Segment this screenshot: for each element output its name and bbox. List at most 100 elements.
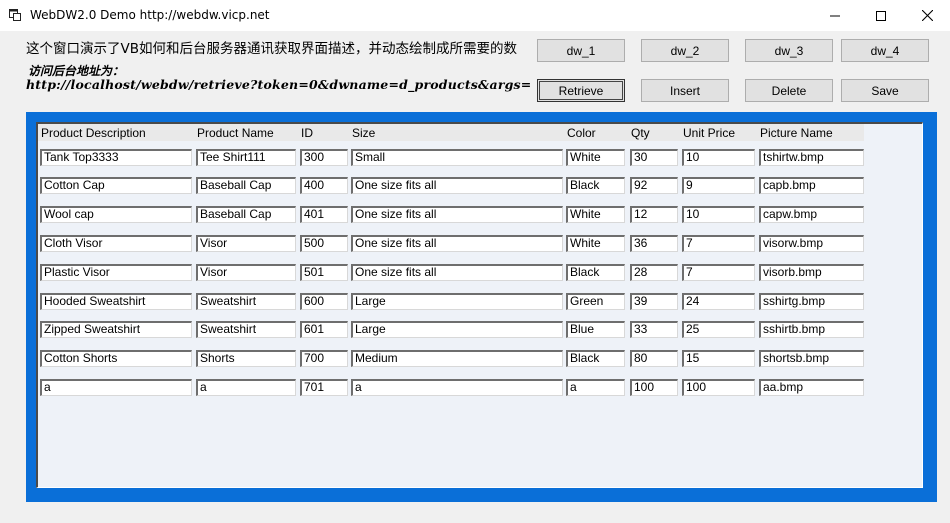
window-title: WebDW2.0 Demo http://webdw.vicp.net: [30, 8, 270, 22]
datawindow-grid: Product Description Product Name ID Size Col…: [36, 122, 923, 488]
dw-1-button[interactable]: dw_1: [537, 39, 625, 62]
cell-qty[interactable]: 39: [630, 293, 678, 310]
cell-product-description[interactable]: Tank Top3333: [40, 149, 192, 166]
cell-color[interactable]: Black: [566, 177, 625, 194]
header-row: [38, 124, 864, 141]
cell-product-description[interactable]: Wool cap: [40, 206, 192, 223]
cell-size[interactable]: Small: [351, 149, 563, 166]
cell-picture-name[interactable]: capw.bmp: [759, 206, 864, 223]
description-text: 这个窗口演示了VB如何和后台服务器通讯获取界面描述，并动态绘制成所需要的数: [26, 41, 517, 57]
cell-qty[interactable]: 100: [630, 379, 678, 396]
cell-id[interactable]: 701: [300, 379, 348, 396]
cell-qty[interactable]: 28: [630, 264, 678, 281]
column-header-product-description: Product Description: [41, 126, 146, 140]
maximize-icon: [876, 10, 886, 21]
cell-unit-price[interactable]: 24: [682, 293, 755, 310]
cell-size[interactable]: One size fits all: [351, 264, 563, 281]
cell-product-name[interactable]: Visor: [196, 235, 296, 252]
cell-product-name[interactable]: Shorts: [196, 350, 296, 367]
cell-picture-name[interactable]: visorw.bmp: [759, 235, 864, 252]
cell-unit-price[interactable]: 100: [682, 379, 755, 396]
cell-size[interactable]: Large: [351, 293, 563, 310]
cell-product-name[interactable]: Baseball Cap: [196, 206, 296, 223]
delete-button[interactable]: Delete: [745, 79, 833, 102]
cell-unit-price[interactable]: 10: [682, 206, 755, 223]
cell-product-description[interactable]: Plastic Visor: [40, 264, 192, 281]
cell-picture-name[interactable]: capb.bmp: [759, 177, 864, 194]
cell-product-name[interactable]: a: [196, 379, 296, 396]
cell-unit-price[interactable]: 10: [682, 149, 755, 166]
cell-color[interactable]: Blue: [566, 321, 625, 338]
column-header-qty: Qty: [631, 126, 650, 140]
cell-id[interactable]: 501: [300, 264, 348, 281]
cell-size[interactable]: Medium: [351, 350, 563, 367]
cell-id[interactable]: 401: [300, 206, 348, 223]
cell-size[interactable]: One size fits all: [351, 206, 563, 223]
column-header-id: ID: [301, 126, 313, 140]
cell-picture-name[interactable]: visorb.bmp: [759, 264, 864, 281]
cell-product-name[interactable]: Baseball Cap: [196, 177, 296, 194]
cell-id[interactable]: 601: [300, 321, 348, 338]
cell-product-name[interactable]: Tee Shirt111: [196, 149, 296, 166]
dw-4-button[interactable]: dw_4: [841, 39, 929, 62]
cell-picture-name[interactable]: shortsb.bmp: [759, 350, 864, 367]
cell-id[interactable]: 400: [300, 177, 348, 194]
dw-2-button[interactable]: dw_2: [641, 39, 729, 62]
retrieve-button[interactable]: Retrieve: [537, 79, 625, 102]
cell-unit-price[interactable]: 25: [682, 321, 755, 338]
close-button[interactable]: [904, 0, 950, 31]
datawindow-frame: Product Description Product Name ID Size Col…: [26, 112, 937, 502]
cell-picture-name[interactable]: sshirtg.bmp: [759, 293, 864, 310]
cell-product-description[interactable]: a: [40, 379, 192, 396]
title-bar: WebDW2.0 Demo http://webdw.vicp.net: [0, 0, 950, 31]
cell-color[interactable]: White: [566, 235, 625, 252]
cell-product-description[interactable]: Hooded Sweatshirt: [40, 293, 192, 310]
app-icon: [9, 9, 21, 21]
cell-product-description[interactable]: Cloth Visor: [40, 235, 192, 252]
cell-id[interactable]: 700: [300, 350, 348, 367]
maximize-button[interactable]: [858, 0, 904, 31]
column-header-size: Size: [352, 126, 376, 140]
cell-id[interactable]: 500: [300, 235, 348, 252]
cell-product-description[interactable]: Cotton Cap: [40, 177, 192, 194]
close-icon: [921, 10, 933, 21]
cell-qty[interactable]: 30: [630, 149, 678, 166]
cell-size[interactable]: One size fits all: [351, 235, 563, 252]
cell-qty[interactable]: 36: [630, 235, 678, 252]
cell-qty[interactable]: 33: [630, 321, 678, 338]
cell-color[interactable]: a: [566, 379, 625, 396]
save-button[interactable]: Save: [841, 79, 929, 102]
cell-unit-price[interactable]: 7: [682, 235, 755, 252]
column-header-unit-price: Unit Price: [683, 126, 736, 140]
cell-id[interactable]: 300: [300, 149, 348, 166]
cell-qty[interactable]: 92: [630, 177, 678, 194]
cell-product-description[interactable]: Zipped Sweatshirt: [40, 321, 192, 338]
cell-product-name[interactable]: Sweatshirt: [196, 293, 296, 310]
cell-qty[interactable]: 80: [630, 350, 678, 367]
column-header-color: Color: [567, 126, 596, 140]
cell-product-description[interactable]: Cotton Shorts: [40, 350, 192, 367]
cell-color[interactable]: White: [566, 206, 625, 223]
cell-product-name[interactable]: Sweatshirt: [196, 321, 296, 338]
cell-color[interactable]: Green: [566, 293, 625, 310]
cell-size[interactable]: a: [351, 379, 563, 396]
cell-picture-name[interactable]: aa.bmp: [759, 379, 864, 396]
dw-3-button[interactable]: dw_3: [745, 39, 833, 62]
cell-unit-price[interactable]: 7: [682, 264, 755, 281]
cell-color[interactable]: Black: [566, 264, 625, 281]
cell-picture-name[interactable]: sshirtb.bmp: [759, 321, 864, 338]
minimize-icon: [830, 15, 840, 16]
cell-product-name[interactable]: Visor: [196, 264, 296, 281]
minimize-button[interactable]: [812, 0, 858, 31]
cell-id[interactable]: 600: [300, 293, 348, 310]
cell-size[interactable]: One size fits all: [351, 177, 563, 194]
insert-button[interactable]: Insert: [641, 79, 729, 102]
cell-picture-name[interactable]: tshirtw.bmp: [759, 149, 864, 166]
cell-size[interactable]: Large: [351, 321, 563, 338]
cell-qty[interactable]: 12: [630, 206, 678, 223]
cell-unit-price[interactable]: 9: [682, 177, 755, 194]
cell-color[interactable]: White: [566, 149, 625, 166]
cell-color[interactable]: Black: [566, 350, 625, 367]
column-header-picture-name: Picture Name: [760, 126, 833, 140]
cell-unit-price[interactable]: 15: [682, 350, 755, 367]
